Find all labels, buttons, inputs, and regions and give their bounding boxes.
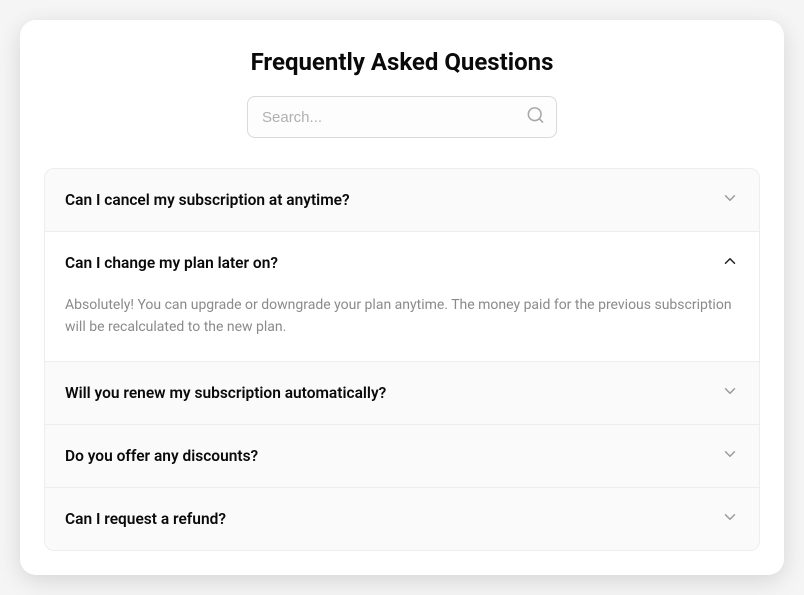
- chevron-down-icon: [721, 382, 739, 404]
- faq-accordion: Can I cancel my subscription at anytime?…: [44, 168, 760, 551]
- chevron-up-icon: [721, 252, 739, 274]
- faq-item-header[interactable]: Can I request a refund?: [45, 488, 759, 550]
- chevron-down-icon: [721, 445, 739, 467]
- faq-question: Will you renew my subscription automatic…: [65, 384, 386, 402]
- faq-question: Can I cancel my subscription at anytime?: [65, 191, 350, 209]
- faq-item: Can I cancel my subscription at anytime?: [45, 169, 759, 232]
- chevron-down-icon: [721, 189, 739, 211]
- search-box: [247, 96, 557, 138]
- faq-item-header[interactable]: Can I cancel my subscription at anytime?: [45, 169, 759, 231]
- faq-item-header[interactable]: Do you offer any discounts?: [45, 425, 759, 487]
- faq-item: Will you renew my subscription automatic…: [45, 362, 759, 425]
- page-title: Frequently Asked Questions: [44, 48, 760, 76]
- faq-answer: Absolutely! You can upgrade or downgrade…: [65, 294, 739, 339]
- chevron-down-icon: [721, 508, 739, 530]
- search-container: [44, 96, 760, 138]
- faq-item-header[interactable]: Can I change my plan later on?: [45, 232, 759, 294]
- faq-question: Do you offer any discounts?: [65, 447, 258, 465]
- faq-item: Do you offer any discounts?: [45, 425, 759, 488]
- faq-item: Can I request a refund?: [45, 488, 759, 550]
- faq-question: Can I request a refund?: [65, 510, 226, 528]
- faq-item-body: Absolutely! You can upgrade or downgrade…: [45, 294, 759, 361]
- faq-card: Frequently Asked Questions Can I cancel …: [20, 20, 784, 575]
- faq-item-header[interactable]: Will you renew my subscription automatic…: [45, 362, 759, 424]
- search-input[interactable]: [247, 96, 557, 138]
- faq-question: Can I change my plan later on?: [65, 254, 278, 272]
- faq-item: Can I change my plan later on? Absolutel…: [45, 232, 759, 362]
